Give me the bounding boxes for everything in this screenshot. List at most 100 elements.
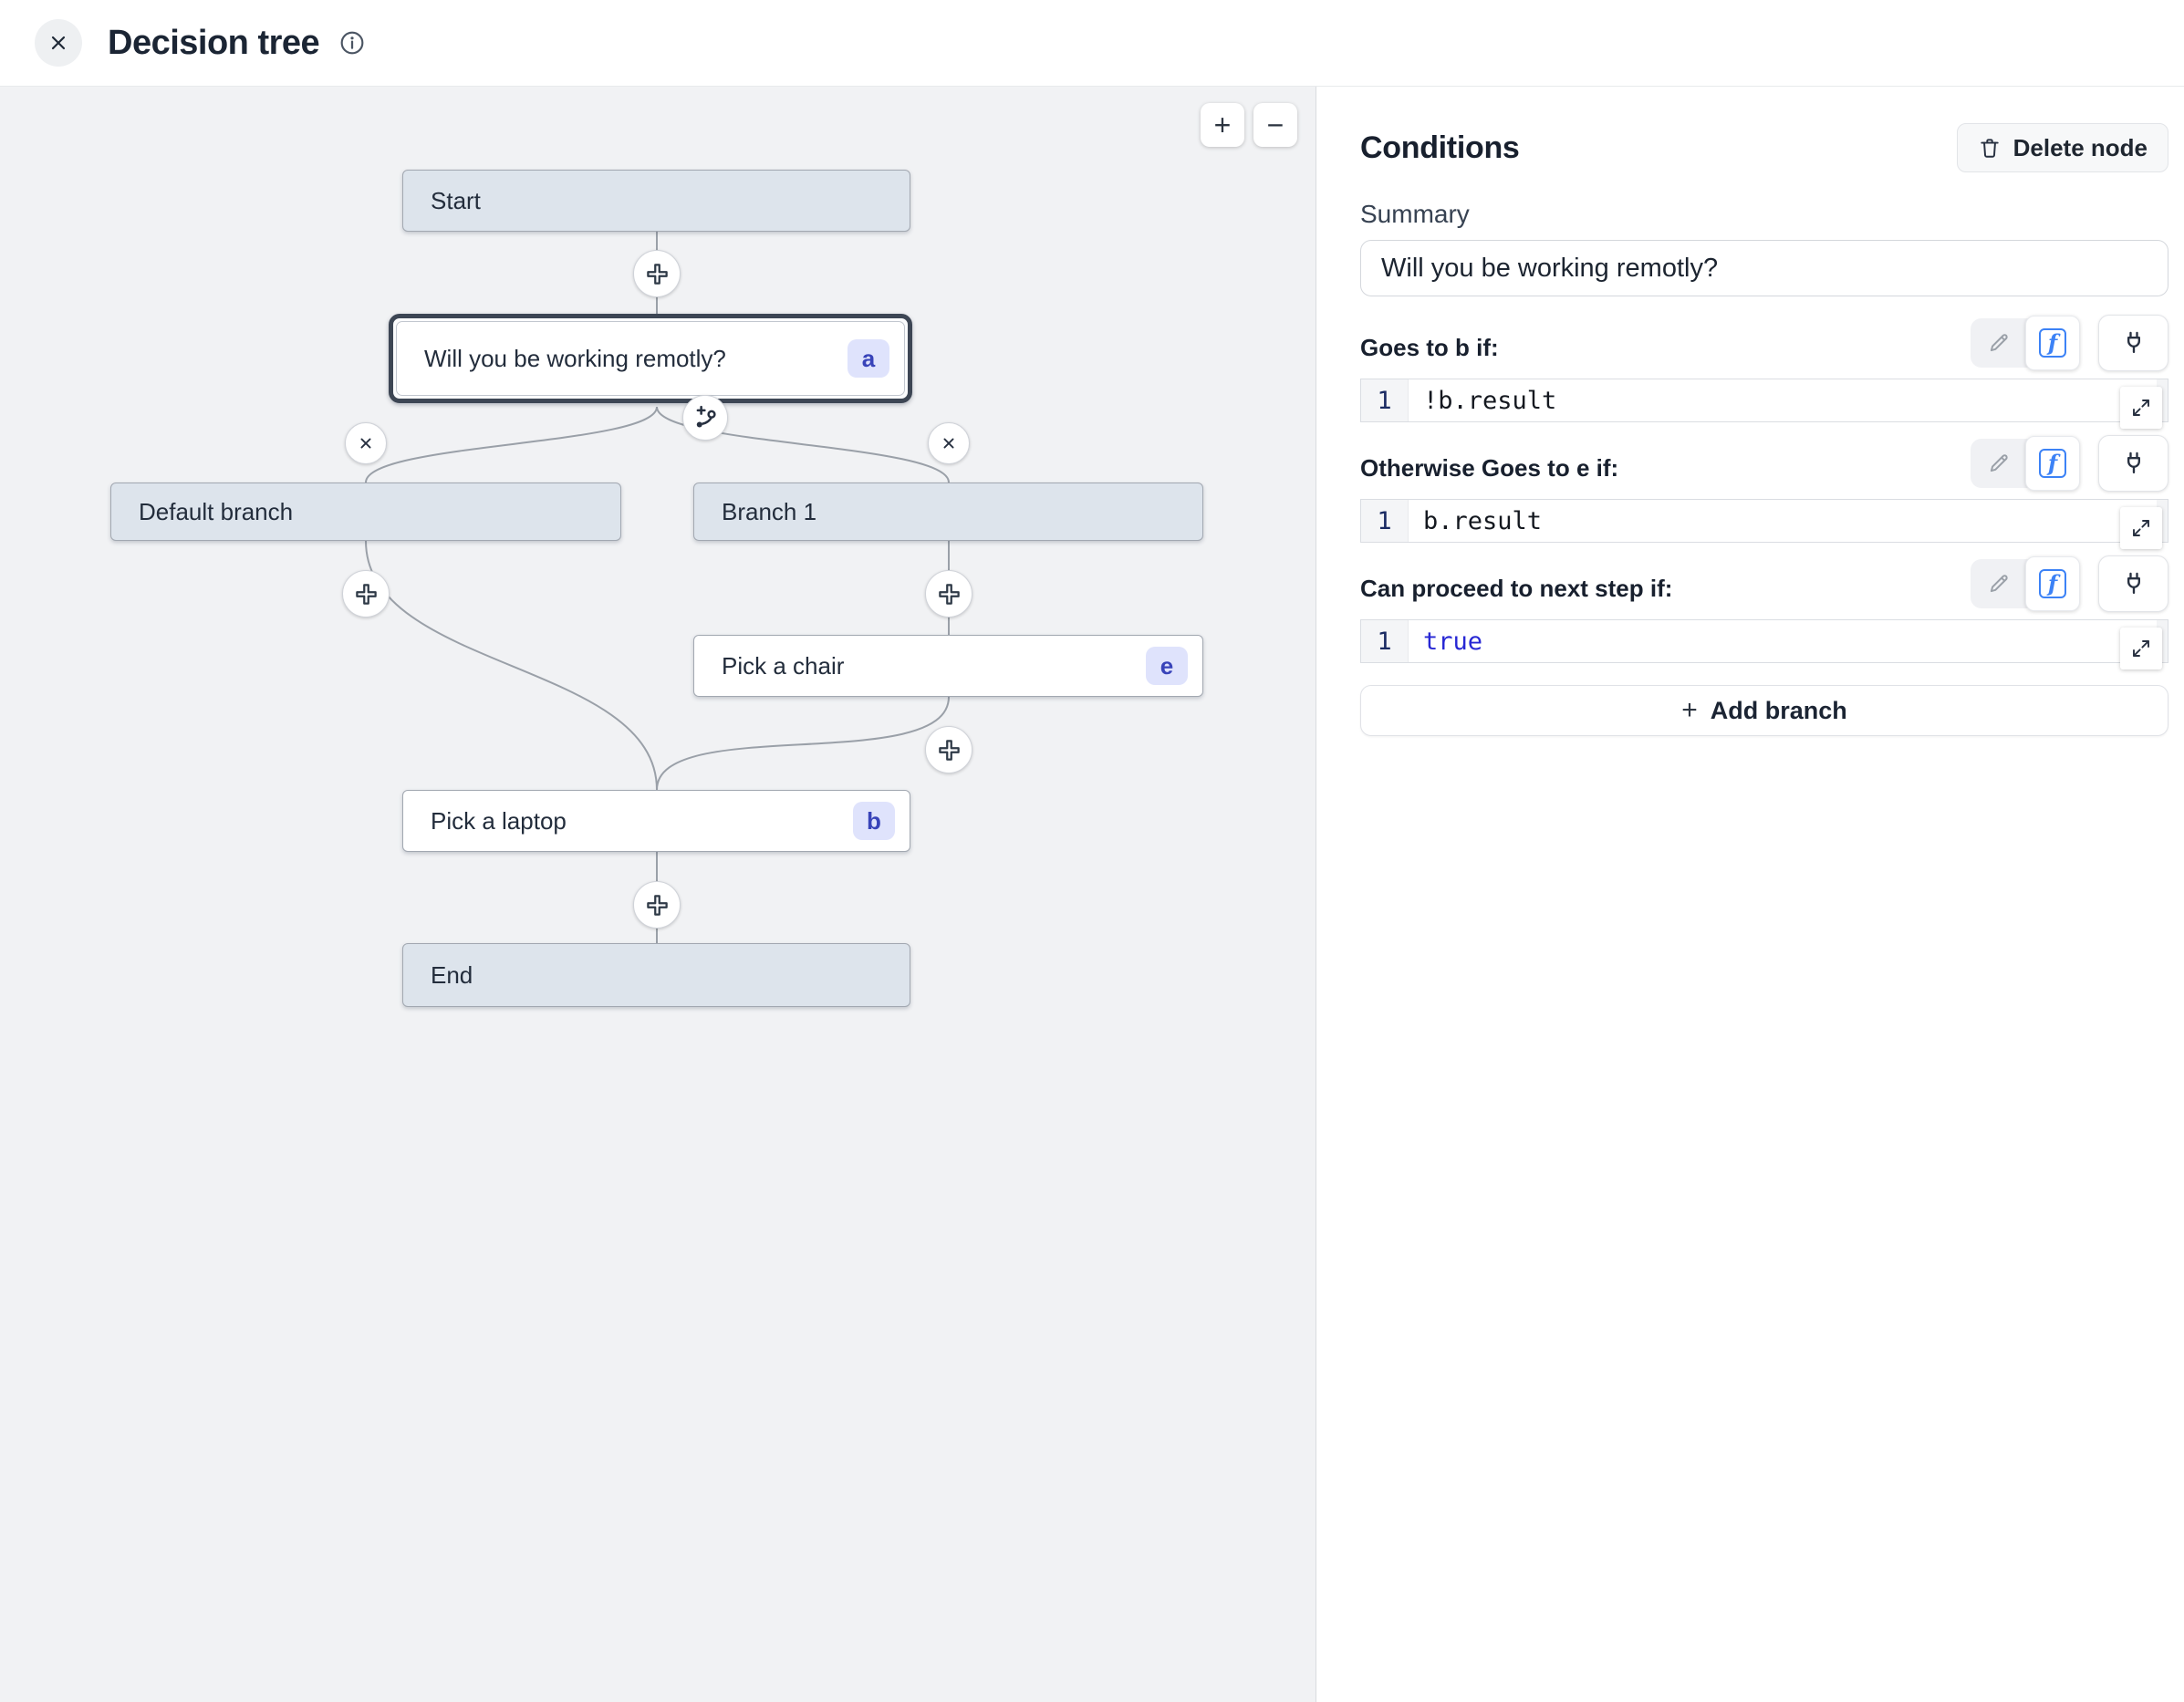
close-button[interactable] — [35, 19, 82, 67]
page-title: Decision tree — [108, 24, 319, 63]
panel-title: Conditions — [1360, 130, 1520, 166]
header: Decision tree — [0, 0, 2184, 87]
code-editor[interactable]: 1 !b.result — [1360, 379, 2168, 422]
info-icon — [338, 28, 367, 57]
node-pick-chair[interactable]: Pick a chair e — [693, 635, 1203, 697]
pencil-icon — [1987, 572, 2011, 596]
plus-node-icon — [354, 582, 379, 607]
node-label: Default branch — [111, 498, 620, 526]
decision-tree-editor: Decision tree Start — [0, 0, 2184, 1702]
zoom-out-icon: − — [1267, 109, 1284, 142]
line-number: 1 — [1361, 620, 1409, 662]
text-mode-button[interactable] — [1972, 562, 2025, 606]
x-node-icon — [356, 433, 376, 453]
code-text: !b.result — [1409, 379, 1556, 421]
plus-icon: + — [1681, 695, 1698, 726]
code-editor[interactable]: 1 b.result — [1360, 499, 2168, 543]
add-branch-label: Add branch — [1711, 697, 1847, 725]
node-label: Start — [403, 187, 910, 215]
plus-node-icon — [937, 582, 962, 607]
node-badge: a — [848, 339, 889, 378]
flow-canvas[interactable]: Start Will you be working remotly? a Def… — [0, 87, 1316, 1702]
close-icon — [47, 32, 69, 54]
code-text: b.result — [1409, 500, 1542, 542]
editor-mode-toggle: f — [1971, 318, 2080, 368]
plus-node-icon — [645, 262, 670, 286]
delete-node-button[interactable]: Delete node — [1957, 123, 2168, 172]
info-button[interactable] — [338, 28, 367, 57]
connect-button[interactable] — [2098, 555, 2168, 612]
condition-section-goes-to-b: Goes to b if: f — [1360, 315, 2168, 422]
x-node-icon — [939, 433, 959, 453]
add-node-button-branch-1[interactable] — [925, 570, 972, 617]
node-badge: e — [1146, 647, 1188, 685]
code-text: true — [1409, 620, 1482, 662]
condition-section-can-proceed: Can proceed to next step if: f — [1360, 555, 2168, 663]
function-icon: f — [2039, 328, 2066, 358]
trash-icon — [1978, 136, 2002, 160]
add-node-button-laptop-end[interactable] — [633, 881, 681, 929]
node-label: Will you be working remotly? — [397, 345, 848, 373]
connect-button[interactable] — [2098, 315, 2168, 371]
add-node-button-chair-laptop[interactable] — [925, 726, 972, 773]
edge-question-default — [366, 407, 657, 483]
text-mode-button[interactable] — [1972, 441, 2025, 485]
expand-editor-button[interactable] — [2120, 387, 2162, 429]
expand-editor-button[interactable] — [2120, 628, 2162, 669]
condition-section-otherwise-goes-to-e: Otherwise Goes to e if: f — [1360, 435, 2168, 543]
connect-button[interactable] — [2098, 435, 2168, 492]
zoom-in-button[interactable]: + — [1201, 103, 1244, 147]
pencil-icon — [1987, 331, 2011, 355]
remove-branch-button-default[interactable] — [345, 422, 387, 464]
node-pick-laptop[interactable]: Pick a laptop b — [402, 790, 910, 852]
conditions-panel: Conditions Delete node Summary Goes to b… — [1316, 87, 2184, 1702]
plus-node-icon — [937, 738, 962, 763]
function-icon: f — [2039, 569, 2066, 598]
zoom-in-icon: + — [1214, 109, 1232, 142]
node-badge: b — [853, 802, 895, 840]
add-node-button-default-branch[interactable] — [342, 570, 390, 617]
add-branch-split-button[interactable] — [682, 395, 728, 441]
expand-icon — [2130, 517, 2152, 539]
function-icon: f — [2039, 449, 2066, 478]
node-question[interactable]: Will you be working remotly? a — [389, 314, 912, 403]
line-number: 1 — [1361, 379, 1409, 421]
zoom-out-button[interactable]: − — [1253, 103, 1297, 147]
plug-icon — [2121, 451, 2147, 476]
node-label: Branch 1 — [694, 498, 1202, 526]
edge-chair-laptop — [657, 697, 949, 790]
line-number: 1 — [1361, 500, 1409, 542]
add-node-button-start-question[interactable] — [633, 250, 681, 297]
node-branch-1[interactable]: Branch 1 — [693, 483, 1203, 541]
node-label: Pick a laptop — [403, 807, 853, 835]
pencil-icon — [1987, 451, 2011, 475]
function-mode-button[interactable]: f — [2025, 556, 2080, 611]
condition-label: Can proceed to next step if: — [1360, 575, 1672, 603]
plug-icon — [2121, 571, 2147, 597]
node-end[interactable]: End — [402, 943, 910, 1007]
code-editor[interactable]: 1 true — [1360, 619, 2168, 663]
summary-input[interactable] — [1360, 240, 2168, 296]
delete-node-label: Delete node — [2013, 134, 2148, 162]
function-mode-button[interactable]: f — [2025, 316, 2080, 370]
remove-branch-button-branch-1[interactable] — [928, 422, 970, 464]
node-label: End — [403, 961, 910, 990]
edge-default-laptop — [366, 541, 657, 790]
text-mode-button[interactable] — [1972, 321, 2025, 365]
plus-node-icon — [645, 893, 670, 918]
editor-mode-toggle: f — [1971, 559, 2080, 608]
add-branch-button[interactable]: + Add branch — [1360, 685, 2168, 736]
content: Start Will you be working remotly? a Def… — [0, 87, 2184, 1702]
expand-editor-button[interactable] — [2120, 507, 2162, 549]
node-default-branch[interactable]: Default branch — [110, 483, 621, 541]
expand-icon — [2130, 638, 2152, 659]
plug-icon — [2121, 330, 2147, 356]
condition-label: Otherwise Goes to e if: — [1360, 454, 1618, 483]
summary-label: Summary — [1360, 200, 2168, 229]
branch-split-icon — [692, 404, 719, 431]
function-mode-button[interactable]: f — [2025, 436, 2080, 491]
node-label: Pick a chair — [694, 652, 1146, 680]
node-start[interactable]: Start — [402, 170, 910, 232]
condition-label: Goes to b if: — [1360, 334, 1499, 362]
editor-mode-toggle: f — [1971, 439, 2080, 488]
